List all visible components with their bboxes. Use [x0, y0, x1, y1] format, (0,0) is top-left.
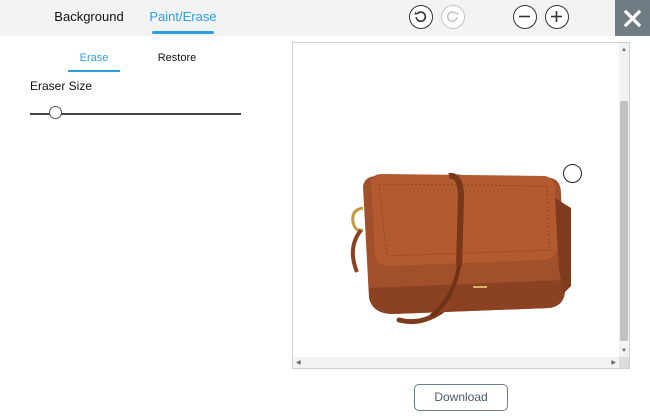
left-panel: Background Paint/Erase Erase Restore Era… [0, 0, 271, 419]
vertical-scroll-thumb[interactable] [620, 101, 628, 341]
zoom-out-button[interactable] [513, 5, 537, 29]
eraser-size-slider-thumb[interactable] [48, 106, 62, 119]
subtab-erase-label: Erase [79, 52, 109, 64]
tab-paint-erase-label: Paint/Erase [149, 9, 217, 24]
undo-button[interactable] [409, 5, 433, 29]
subtab-restore-label: Restore [157, 52, 197, 64]
subtab-erase[interactable]: Erase [68, 48, 120, 74]
redo-icon [446, 11, 459, 23]
tab-background[interactable]: Background [46, 0, 132, 36]
tab-background-label: Background [54, 9, 124, 24]
undo-icon [414, 11, 427, 23]
active-subtab-indicator [68, 70, 120, 72]
scroll-up-icon[interactable]: ▲ [621, 47, 627, 53]
image-canvas[interactable]: ▲ ▼ ◀ ▶ [292, 42, 630, 369]
toolbar [271, 0, 615, 36]
subtab-restore[interactable]: Restore [152, 48, 202, 74]
scrollbar-corner [619, 357, 629, 368]
active-tab-indicator [152, 31, 214, 34]
handbag-image [350, 172, 571, 325]
eraser-brush-cursor [563, 164, 582, 183]
download-button[interactable]: Download [414, 384, 508, 411]
eraser-size-label: Eraser Size [30, 79, 93, 93]
vertical-scrollbar[interactable]: ▲ ▼ [619, 43, 629, 358]
redo-button[interactable] [441, 5, 465, 29]
zoom-in-button[interactable] [545, 5, 569, 29]
horizontal-scrollbar[interactable]: ◀ ▶ [293, 357, 619, 368]
scroll-left-icon[interactable]: ◀ [296, 359, 301, 366]
tab-paint-erase[interactable]: Paint/Erase [148, 0, 218, 36]
scroll-down-icon[interactable]: ▼ [621, 348, 627, 354]
close-icon [624, 10, 641, 27]
mode-tabs: Background Paint/Erase [0, 0, 271, 36]
plus-icon [551, 11, 562, 22]
scroll-right-icon[interactable]: ▶ [611, 359, 616, 366]
minus-icon [519, 15, 530, 18]
close-button[interactable] [615, 0, 650, 36]
